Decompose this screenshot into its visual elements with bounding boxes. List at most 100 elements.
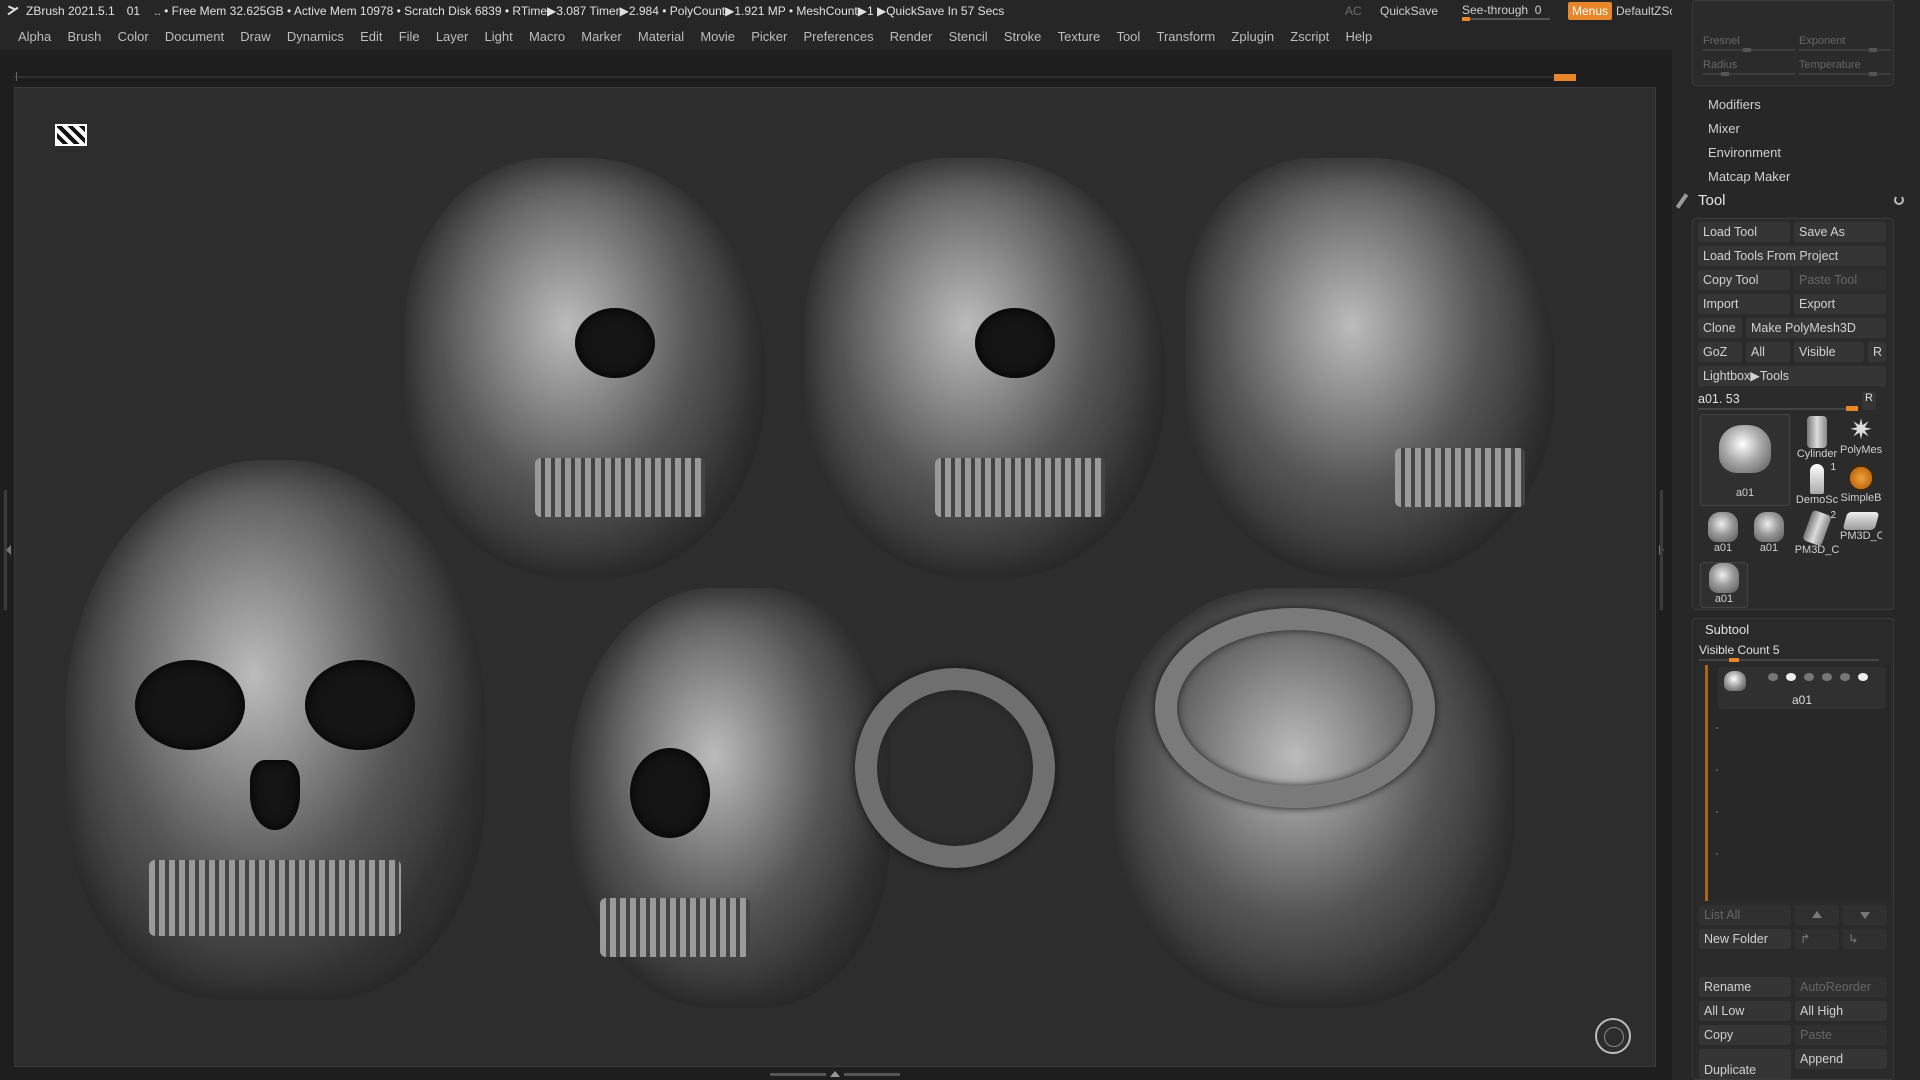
lightbox-tools-button[interactable]: Lightbox▶Tools xyxy=(1698,366,1886,386)
clone-button[interactable]: Clone xyxy=(1698,318,1742,338)
goz-visible-button[interactable]: Visible xyxy=(1794,342,1864,362)
navigation-gizmo-icon[interactable] xyxy=(1595,1018,1631,1054)
load-tool-button[interactable]: Load Tool xyxy=(1698,222,1790,242)
subtool-list[interactable]: a01 xyxy=(1705,665,1890,901)
active-tool-track[interactable] xyxy=(1698,406,1858,411)
ac-toggle[interactable]: AC xyxy=(1345,0,1362,22)
polypaint-icon[interactable] xyxy=(1786,673,1796,681)
current-tool-thumbnail[interactable]: a01 xyxy=(1700,414,1790,506)
move-up-button[interactable] xyxy=(1795,905,1839,925)
tool-thumb-polymesh[interactable]: ✷ PolyMes xyxy=(1840,416,1882,457)
tool-thumb-cylinder[interactable]: Cylinder xyxy=(1794,416,1840,460)
new-folder-button[interactable]: New Folder xyxy=(1699,929,1791,949)
exponent-track[interactable] xyxy=(1799,48,1891,52)
import-button[interactable]: Import xyxy=(1698,294,1790,314)
eye-icon[interactable] xyxy=(1858,673,1868,681)
tool-thumb-demo[interactable]: 1 DemoSc xyxy=(1794,462,1840,506)
menu-picker[interactable]: Picker xyxy=(751,29,787,44)
all-high-button[interactable]: All High xyxy=(1795,1001,1887,1021)
refresh-icon[interactable] xyxy=(1894,195,1904,205)
radius-knob[interactable] xyxy=(1721,72,1729,76)
append-button[interactable]: Append xyxy=(1795,1049,1887,1069)
mixer-subpalette[interactable]: Mixer xyxy=(1708,121,1740,136)
bottom-tray-handle[interactable] xyxy=(770,1070,900,1078)
menu-stroke[interactable]: Stroke xyxy=(1004,29,1042,44)
paste-button[interactable]: Paste xyxy=(1795,1025,1887,1045)
menu-tool[interactable]: Tool xyxy=(1116,29,1140,44)
menu-marker[interactable]: Marker xyxy=(581,29,621,44)
visible-count-slider[interactable]: Visible Count 5 xyxy=(1699,643,1879,662)
menu-help[interactable]: Help xyxy=(1345,29,1372,44)
tool-thumb-a01-2[interactable]: a01 xyxy=(1746,512,1792,554)
copy-button[interactable]: Copy xyxy=(1699,1025,1791,1045)
menu-zscript[interactable]: Zscript xyxy=(1290,29,1329,44)
move-down-button[interactable] xyxy=(1843,905,1887,925)
menu-draw[interactable]: Draw xyxy=(240,29,270,44)
goz-all-button[interactable]: All xyxy=(1746,342,1790,362)
menu-macro[interactable]: Macro xyxy=(529,29,565,44)
exponent-slider[interactable]: Exponent xyxy=(1799,35,1891,52)
timeline-marker[interactable] xyxy=(1554,74,1576,81)
temperature-knob[interactable] xyxy=(1869,72,1877,76)
menu-render[interactable]: Render xyxy=(890,29,933,44)
active-tool-slider[interactable]: a01. 53 R xyxy=(1698,392,1876,411)
see-through-track[interactable] xyxy=(1462,16,1550,21)
list-all-button[interactable]: List All xyxy=(1699,905,1791,925)
tool-thumb-a01-3[interactable]: a01 xyxy=(1700,562,1748,608)
menu-material[interactable]: Material xyxy=(638,29,684,44)
expand-up-icon[interactable] xyxy=(830,1071,840,1077)
menu-stencil[interactable]: Stencil xyxy=(949,29,988,44)
load-tools-from-project-button[interactable]: Load Tools From Project xyxy=(1698,246,1886,266)
export-button[interactable]: Export xyxy=(1794,294,1886,314)
temperature-slider[interactable]: Temperature xyxy=(1799,59,1891,76)
exponent-knob[interactable] xyxy=(1869,48,1877,52)
menu-transform[interactable]: Transform xyxy=(1156,29,1215,44)
duplicate-button[interactable]: Duplicate xyxy=(1699,1049,1791,1079)
menu-texture[interactable]: Texture xyxy=(1058,29,1101,44)
menus-button[interactable]: Menus xyxy=(1568,2,1613,20)
tool-thumb-a01-1[interactable]: a01 xyxy=(1700,512,1746,554)
visible-count-track[interactable] xyxy=(1699,658,1879,662)
menu-color[interactable]: Color xyxy=(118,29,149,44)
autoreorder-button[interactable]: AutoReorder xyxy=(1795,977,1887,997)
menu-light[interactable]: Light xyxy=(485,29,513,44)
folder-move-up-button[interactable]: ↱ xyxy=(1795,929,1839,949)
menu-document[interactable]: Document xyxy=(165,29,224,44)
goz-button[interactable]: GoZ xyxy=(1698,342,1742,362)
material-icon[interactable] xyxy=(1804,673,1814,681)
menu-edit[interactable]: Edit xyxy=(360,29,382,44)
menu-file[interactable]: File xyxy=(399,29,420,44)
environment-subpalette[interactable]: Environment xyxy=(1708,145,1781,160)
tool-palette-header[interactable]: Tool xyxy=(1672,189,1920,213)
right-tray-divider[interactable] xyxy=(1660,490,1663,610)
tool-thumb-simple[interactable]: SimpleB xyxy=(1840,464,1882,504)
fresnel-track[interactable] xyxy=(1703,48,1795,52)
menu-zplugin[interactable]: Zplugin xyxy=(1231,29,1274,44)
radius-slider[interactable]: Radius xyxy=(1703,59,1795,76)
menu-dynamics[interactable]: Dynamics xyxy=(287,29,344,44)
pencil-icon[interactable] xyxy=(1840,673,1850,681)
folder-icon[interactable] xyxy=(1822,673,1832,681)
timeline[interactable] xyxy=(14,72,1576,82)
radius-track[interactable] xyxy=(1703,72,1795,76)
left-tray-arrow-icon[interactable] xyxy=(1,545,11,555)
folder-move-down-button[interactable]: ↳ xyxy=(1843,929,1887,949)
active-tool-r-button[interactable]: R xyxy=(1862,392,1876,410)
save-as-button[interactable]: Save As xyxy=(1794,222,1886,242)
make-polymesh3d-button[interactable]: Make PolyMesh3D xyxy=(1746,318,1886,338)
menu-movie[interactable]: Movie xyxy=(700,29,735,44)
subtool-title[interactable]: Subtool xyxy=(1705,622,1749,637)
menu-preferences[interactable]: Preferences xyxy=(804,29,874,44)
menu-layer[interactable]: Layer xyxy=(436,29,469,44)
active-tool-knob[interactable] xyxy=(1846,406,1858,411)
fresnel-knob[interactable] xyxy=(1743,48,1751,52)
paste-tool-button[interactable]: Paste Tool xyxy=(1794,270,1886,290)
goz-r-button[interactable]: R xyxy=(1868,342,1886,362)
see-through-slider[interactable]: See-through 0 xyxy=(1462,0,1554,22)
fresnel-slider[interactable]: Fresnel xyxy=(1703,35,1795,52)
subtool-item[interactable]: a01 xyxy=(1718,667,1886,709)
menu-brush[interactable]: Brush xyxy=(67,29,101,44)
matcap-maker-subpalette[interactable]: Matcap Maker xyxy=(1708,169,1790,184)
floor-grid-icon[interactable] xyxy=(55,124,87,146)
rename-button[interactable]: Rename xyxy=(1699,977,1791,997)
